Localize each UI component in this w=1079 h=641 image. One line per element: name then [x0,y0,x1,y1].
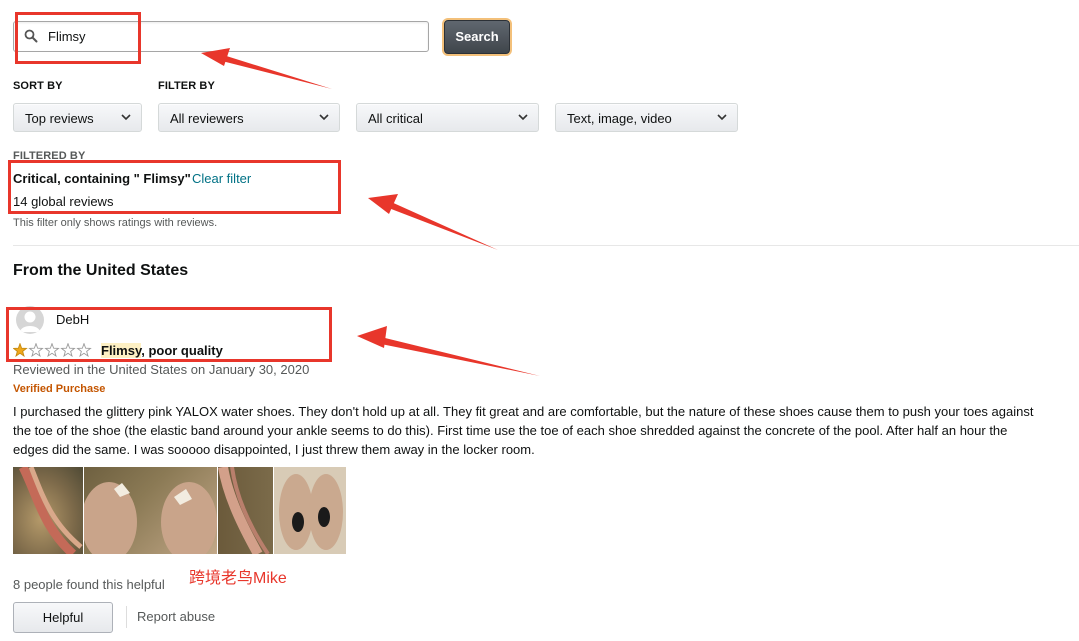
annotation-arrow [368,194,498,250]
annotation-arrow [357,326,540,376]
annotation-arrow [201,48,332,89]
annotation-arrows [201,48,540,376]
